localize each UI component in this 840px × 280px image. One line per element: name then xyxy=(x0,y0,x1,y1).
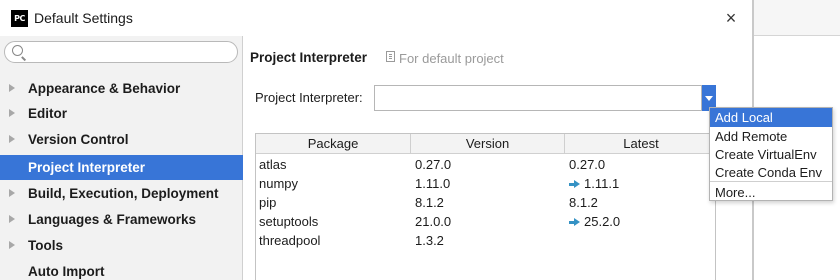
menu-separator xyxy=(710,181,832,182)
latest-version-text: 25.2.0 xyxy=(584,214,621,229)
sidebar-item-appearance-behavior[interactable]: Appearance & Behavior xyxy=(0,76,243,101)
project-icon xyxy=(386,51,395,62)
package-latest: 25.2.0 xyxy=(569,212,620,231)
interpreter-label: Project Interpreter: xyxy=(255,90,363,105)
expand-arrow-icon[interactable] xyxy=(9,241,15,249)
sidebar-item-build-execution-deployment[interactable]: Build, Execution, Deployment xyxy=(0,181,243,206)
sidebar-item-label: Build, Execution, Deployment xyxy=(28,186,219,201)
package-name: numpy xyxy=(259,176,299,191)
window-title: Default Settings xyxy=(34,10,133,26)
sidebar-item-editor[interactable]: Editor xyxy=(0,101,243,126)
menu-item-add-remote[interactable]: Add Remote xyxy=(710,127,832,146)
column-header-package[interactable]: Package xyxy=(256,134,411,154)
menu-item-create-virtualenv[interactable]: Create VirtualEnv xyxy=(710,145,832,164)
expand-arrow-icon[interactable] xyxy=(9,84,15,92)
sidebar-item-version-control[interactable]: Version Control xyxy=(0,127,243,152)
table-header: Package Version Latest xyxy=(256,134,715,154)
search-icon xyxy=(12,45,23,56)
add-interpreter-menu: Add Local Add Remote Create VirtualEnv C… xyxy=(709,107,833,201)
menu-item-create-conda-env[interactable]: Create Conda Env xyxy=(710,163,832,182)
sidebar-item-project-interpreter[interactable]: Project Interpreter xyxy=(0,155,243,180)
package-table: Package Version Latest atlas 0.27.0 0.27… xyxy=(255,133,716,280)
expand-arrow-icon[interactable] xyxy=(9,109,15,117)
sidebar-item-label: Appearance & Behavior xyxy=(28,81,181,96)
page-subtitle: For default project xyxy=(399,51,504,66)
search-input[interactable] xyxy=(27,44,227,60)
sidebar-item-label: Version Control xyxy=(28,132,129,147)
menu-item-add-local[interactable]: Add Local xyxy=(710,108,832,127)
expand-arrow-icon[interactable] xyxy=(9,189,15,197)
latest-version-text: 1.11.1 xyxy=(584,176,620,191)
package-name: atlas xyxy=(259,157,287,172)
sidebar-item-auto-import[interactable]: Auto Import xyxy=(0,259,243,280)
package-name: setuptools xyxy=(259,214,319,229)
sidebar-item-tools[interactable]: Tools xyxy=(0,233,243,258)
settings-content: Project Interpreter For default project … xyxy=(244,36,752,280)
close-button[interactable]: × xyxy=(720,7,742,29)
sidebar-item-label: Tools xyxy=(28,238,63,253)
pycharm-logo-icon: PC xyxy=(11,10,28,27)
package-version: 1.3.2 xyxy=(415,233,444,248)
package-latest: 1.11.1 xyxy=(569,174,619,193)
package-version: 8.1.2 xyxy=(415,195,444,210)
package-version: 0.27.0 xyxy=(415,157,452,172)
title-bar: PC Default Settings × xyxy=(0,0,752,36)
sidebar-item-label: Editor xyxy=(28,106,67,121)
expand-arrow-icon[interactable] xyxy=(9,215,15,223)
column-header-latest[interactable]: Latest xyxy=(565,134,715,154)
table-row[interactable]: numpy 1.11.0 1.11.1 xyxy=(256,174,715,193)
column-header-version[interactable]: Version xyxy=(411,134,565,154)
sidebar-item-languages-frameworks[interactable]: Languages & Frameworks xyxy=(0,207,243,232)
package-name: threadpool xyxy=(259,233,321,248)
search-field[interactable] xyxy=(4,41,238,63)
latest-version-text: 8.1.2 xyxy=(569,195,598,210)
sidebar-item-label: Project Interpreter xyxy=(28,160,146,175)
background-window-header xyxy=(754,0,840,36)
upgrade-arrow-icon xyxy=(569,218,580,227)
latest-version-text: 0.27.0 xyxy=(569,157,606,172)
package-latest: 0.27.0 xyxy=(569,155,605,174)
table-row[interactable]: threadpool 1.3.2 xyxy=(256,231,715,250)
table-row[interactable]: pip 8.1.2 8.1.2 xyxy=(256,193,715,212)
table-row[interactable]: setuptools 21.0.0 25.2.0 xyxy=(256,212,715,231)
sidebar-item-label: Auto Import xyxy=(28,264,105,279)
sidebar-item-label: Languages & Frameworks xyxy=(28,212,197,227)
expand-arrow-icon[interactable] xyxy=(9,135,15,143)
settings-sidebar: Appearance & Behavior Editor Version Con… xyxy=(0,36,243,280)
upgrade-arrow-icon xyxy=(569,180,580,189)
table-row[interactable]: atlas 0.27.0 0.27.0 xyxy=(256,155,715,174)
package-version: 1.11.0 xyxy=(415,176,451,191)
package-version: 21.0.0 xyxy=(415,214,452,229)
interpreter-select[interactable] xyxy=(374,85,702,111)
page-title: Project Interpreter xyxy=(250,50,368,65)
menu-item-more[interactable]: More... xyxy=(710,183,832,202)
package-latest: 8.1.2 xyxy=(569,193,598,212)
package-name: pip xyxy=(259,195,277,210)
